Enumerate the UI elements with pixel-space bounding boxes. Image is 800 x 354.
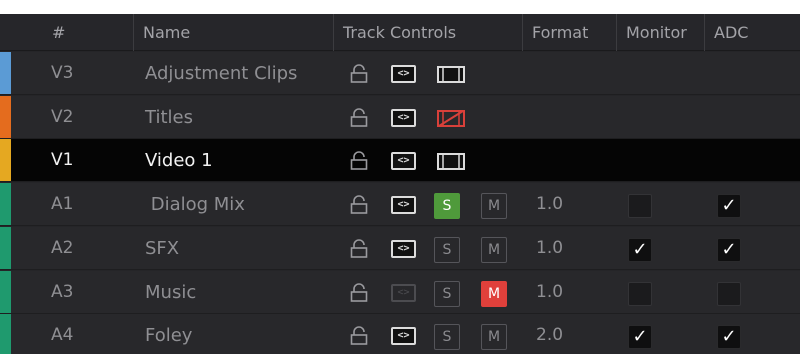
track-row[interactable]: V1 Video 1 <>: [0, 139, 800, 183]
track-name[interactable]: SFX: [145, 227, 179, 270]
track-name[interactable]: Titles: [145, 96, 193, 139]
track-id: V2: [51, 106, 74, 127]
table-header: # Name Track Controls Format Monitor ADC: [0, 14, 800, 51]
track-id: A2: [51, 237, 74, 258]
track-id: A1: [51, 194, 74, 215]
auto-select-icon[interactable]: <>: [391, 283, 416, 302]
lock-icon[interactable]: [349, 64, 369, 84]
track-color-bar: [0, 52, 11, 94]
column-header-name[interactable]: Name: [133, 14, 333, 51]
solo-button[interactable]: S: [434, 236, 460, 263]
track-id: A4: [51, 325, 74, 346]
column-header-number: #: [52, 23, 66, 42]
track-name[interactable]: Video 1: [145, 139, 213, 182]
adc-checkbox[interactable]: ✓: [717, 237, 741, 262]
column-header-track-controls: Track Controls: [333, 14, 522, 51]
auto-select-icon[interactable]: <>: [391, 108, 416, 127]
solo-button[interactable]: S: [434, 280, 460, 307]
mute-button[interactable]: M: [481, 193, 507, 220]
lock-icon[interactable]: [349, 151, 369, 171]
film-icon[interactable]: [437, 153, 465, 171]
monitor-checkbox[interactable]: ✓: [628, 237, 652, 262]
auto-select-icon[interactable]: <>: [391, 152, 416, 171]
lock-icon[interactable]: [349, 195, 369, 215]
column-header-adc[interactable]: ADC: [704, 14, 800, 51]
track-name[interactable]: Music: [145, 271, 196, 314]
track-id: V3: [51, 63, 74, 83]
monitor-checkbox[interactable]: ✓: [628, 325, 652, 350]
lock-icon[interactable]: [349, 239, 369, 259]
track-id: A3: [51, 281, 74, 302]
track-color-bar: [0, 183, 11, 226]
track-format: 1.0: [536, 194, 564, 215]
auto-select-icon[interactable]: <>: [391, 65, 416, 83]
track-color-bar: [0, 226, 11, 269]
mute-button[interactable]: M: [481, 236, 507, 263]
film-disabled-icon[interactable]: [437, 109, 465, 127]
column-header-format[interactable]: Format: [522, 14, 616, 51]
adc-checkbox[interactable]: [717, 281, 741, 306]
solo-button[interactable]: S: [434, 324, 460, 351]
mute-button[interactable]: M: [481, 324, 507, 351]
track-row[interactable]: A4 Foley <> S M 2.0 ✓ ✓: [0, 314, 800, 354]
track-format: 1.0: [536, 281, 564, 302]
track-format: 2.0: [536, 325, 564, 346]
track-row[interactable]: A1 Dialog Mix <> S M 1.0 ✓: [0, 183, 800, 227]
monitor-checkbox[interactable]: [628, 281, 652, 306]
column-header-monitor[interactable]: Monitor: [616, 14, 704, 51]
auto-select-icon[interactable]: <>: [391, 327, 416, 346]
track-name[interactable]: Foley: [145, 314, 192, 354]
track-name[interactable]: Dialog Mix: [145, 183, 245, 226]
track-color-bar: [0, 95, 11, 138]
film-icon[interactable]: [437, 66, 465, 83]
adc-checkbox[interactable]: ✓: [717, 325, 741, 350]
lock-icon[interactable]: [349, 282, 369, 303]
track-color-bar: [0, 270, 11, 313]
track-row[interactable]: V3 Adjustment Clips <>: [0, 52, 800, 95]
track-row[interactable]: A2 SFX <> S M 1.0 ✓ ✓: [0, 226, 800, 270]
auto-select-icon[interactable]: <>: [391, 196, 416, 215]
solo-button[interactable]: S: [434, 193, 460, 220]
top-strip: [0, 0, 800, 14]
adc-checkbox[interactable]: ✓: [717, 194, 741, 219]
track-color-bar: [0, 314, 11, 354]
track-name[interactable]: Adjustment Clips: [145, 52, 297, 95]
lock-icon[interactable]: [349, 107, 369, 128]
lock-icon[interactable]: [349, 326, 369, 346]
auto-select-icon[interactable]: <>: [391, 239, 416, 258]
track-color-bar: [0, 139, 11, 182]
track-row[interactable]: V2 Titles <>: [0, 95, 800, 139]
track-row[interactable]: A3 Music <> S M 1.0: [0, 270, 800, 314]
monitor-checkbox[interactable]: [628, 194, 652, 219]
track-id: V1: [51, 150, 74, 171]
track-format: 1.0: [536, 237, 564, 258]
mute-button[interactable]: M: [481, 280, 507, 307]
